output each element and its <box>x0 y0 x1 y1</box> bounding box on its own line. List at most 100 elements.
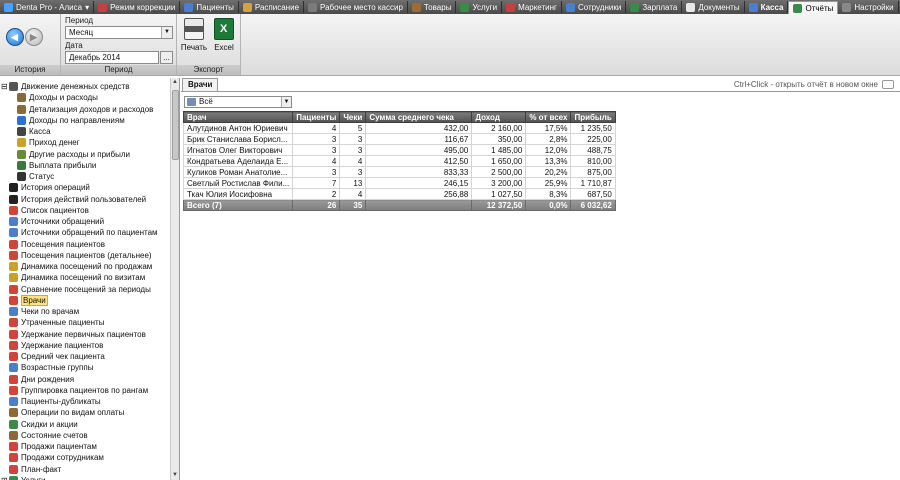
scroll-thumb[interactable] <box>172 90 179 160</box>
tree-item[interactable]: Дни рождения <box>9 374 74 385</box>
tree-item[interactable]: Другие расходы и прибыли <box>17 149 130 160</box>
table-cell: 246,15 <box>365 177 473 189</box>
table-row[interactable]: Кондратьева Аделаида Е... 4 4 412,50 1 650,0… <box>182 155 616 167</box>
app-tab-reports[interactable]: Отчёты <box>788 1 839 14</box>
tree-scrollbar[interactable]: ▲ ▼ <box>170 78 179 480</box>
print-button[interactable]: Печать <box>180 16 208 61</box>
table-cell: 810,00 <box>570 155 616 167</box>
app-tab-cashier[interactable]: Рабочее место кассир <box>304 1 408 13</box>
tree-item[interactable]: Динамика посещений по визитам <box>9 272 145 283</box>
tree-item[interactable]: Возрастные группы <box>9 362 93 373</box>
tree-item[interactable]: Касса <box>17 126 51 137</box>
collapse-icon[interactable]: ⊟ <box>1 82 8 91</box>
scroll-down-icon[interactable]: ▼ <box>171 471 179 480</box>
table-cell: 687,50 <box>570 188 616 200</box>
back-button[interactable]: ◀ <box>6 28 24 46</box>
tree-item[interactable]: История операций <box>9 182 90 193</box>
table-row[interactable]: Светлый Ростислав Фили... 7 13 246,15 3 200,… <box>182 177 616 189</box>
date-picker-button[interactable]: ... <box>160 51 173 64</box>
filter-select[interactable]: Всё ▼ <box>184 96 292 108</box>
column-header[interactable]: Пациенты <box>292 111 341 123</box>
tree-item[interactable]: Доходы по направлениям <box>17 115 125 126</box>
date-field[interactable]: Декабрь 2014 <box>65 51 159 64</box>
new-window-toggle[interactable] <box>882 80 894 89</box>
chevron-down-icon[interactable]: ▼ <box>281 97 291 107</box>
column-header[interactable]: Сумма среднего чека <box>365 111 473 123</box>
tree-item[interactable]: Группировка пациентов по рангам <box>9 385 148 396</box>
period-select[interactable]: Месяц ▼ <box>65 26 173 39</box>
tree-item[interactable]: Чеки по врачам <box>9 306 79 317</box>
tree-item[interactable]: Приход денег <box>17 137 80 148</box>
table-row[interactable]: Ткач Юлия Иосифовна 2 4 256,88 1 027,50 8,3% 6… <box>182 188 616 200</box>
column-header[interactable]: % от всех <box>525 111 572 123</box>
app-tab-correction[interactable]: Режим коррекции <box>94 1 181 13</box>
tree-item[interactable]: Продажи сотрудникам <box>9 452 104 463</box>
app-tab-cash[interactable]: Касса <box>745 1 789 13</box>
tree-item[interactable]: Состояние счетов <box>9 430 88 441</box>
retention-first-icon <box>9 329 18 339</box>
table-cell: 225,00 <box>570 133 616 145</box>
app-tab-salary[interactable]: Зарплата <box>626 1 683 13</box>
tree-item[interactable]: Источники обращений <box>9 216 104 227</box>
tree-item-label: Дни рождения <box>21 374 75 384</box>
table-cell: 4 <box>292 122 341 134</box>
tree-item[interactable]: Скидки и акции <box>9 419 78 430</box>
column-header[interactable]: Прибыль <box>570 111 616 123</box>
tree-item[interactable]: Посещения пациентов <box>9 239 105 250</box>
table-total-row: Всего (7) 26 35 12 372,50 0,0% 6 032,62 <box>182 199 616 211</box>
tree-item[interactable]: План-факт <box>9 464 61 475</box>
tree-item[interactable]: ⊟ Движение денежных средств <box>1 81 129 92</box>
tree-item[interactable]: Сравнение посещений за периоды <box>9 284 151 295</box>
chevron-down-icon[interactable]: ▾ <box>85 3 89 12</box>
tree-item[interactable]: Удержание пациентов <box>9 340 103 351</box>
table-row[interactable]: Игнатов Олег Викторович 3 3 495,00 1 485,00 1… <box>182 144 616 156</box>
tree-item[interactable]: Список пациентов <box>9 205 89 216</box>
tree-item[interactable]: Продажи пациентам <box>9 441 97 452</box>
tree-item-label: Продажи сотрудникам <box>21 453 104 463</box>
tree-item[interactable]: Динамика посещений по продажам <box>9 261 152 272</box>
doctors-report-table: Врач Пациенты Чеки Сумма среднего чека Доход… <box>182 111 616 211</box>
table-cell: 116,67 <box>365 133 473 145</box>
app-tab-schedule[interactable]: Расписание <box>239 1 305 13</box>
tab-doctors[interactable]: Врачи <box>182 78 219 91</box>
app-tab-services[interactable]: Услуги <box>456 1 503 13</box>
app-tab-marketing[interactable]: Маркетинг <box>502 1 562 13</box>
tree-item[interactable]: Удержание первичных пациентов <box>9 329 146 340</box>
app-tab-goods[interactable]: Товары <box>408 1 457 13</box>
tree-item[interactable]: Посещения пациентов (детальнее) <box>9 250 152 261</box>
tree-item[interactable]: Выплата прибыли <box>17 160 96 171</box>
tree-item[interactable]: Источники обращений по пациентам <box>9 227 158 238</box>
excel-button[interactable]: Excel <box>210 16 238 61</box>
sales-staff-icon <box>9 453 18 463</box>
app-tab-patients[interactable]: Пациенты <box>180 1 239 13</box>
tree-item[interactable]: Статус <box>17 171 54 182</box>
tree-item[interactable]: ⊞ Услуги <box>1 475 46 480</box>
table-row[interactable]: Алутдинов Антон Юриевич 4 5 432,00 2 160,00 1… <box>182 122 616 134</box>
tree-item[interactable]: Врачи <box>9 294 48 306</box>
tree-item[interactable]: Средний чек пациента <box>9 351 105 362</box>
app-tab-staff[interactable]: Сотрудники <box>562 1 627 13</box>
table-row[interactable]: Брик Станислава Борисл... 3 3 116,67 350,00 2… <box>182 133 616 145</box>
expand-icon[interactable]: ⊞ <box>1 476 8 480</box>
tree-item[interactable]: Пациенты-дубликаты <box>9 396 101 407</box>
total-cell: 6 032,62 <box>570 199 616 211</box>
money-in-icon <box>17 138 26 148</box>
column-header[interactable]: Врач <box>182 111 294 123</box>
app-tab-settings[interactable]: Настройки <box>838 1 899 13</box>
app-tab-bar: Denta Pro - Алиса ▾ Режим коррекции Пациент… <box>0 0 900 14</box>
chevron-down-icon[interactable]: ▼ <box>161 27 172 38</box>
tree-item[interactable]: Доходы и расходы <box>17 92 98 103</box>
cash-icon <box>748 2 758 12</box>
forward-button[interactable]: ▶ <box>25 28 43 46</box>
tree-item[interactable]: Операции по видам оплаты <box>9 407 124 418</box>
tree-item[interactable]: Детализация доходов и расходов <box>17 104 153 115</box>
app-tab-documents[interactable]: Документы <box>682 1 745 13</box>
table-row[interactable]: Куликов Роман Анатолие... 3 3 833,33 2 500,0… <box>182 166 616 178</box>
scroll-up-icon[interactable]: ▲ <box>171 78 179 87</box>
tree-item[interactable]: Утраченные пациенты <box>9 317 104 328</box>
column-header[interactable]: Доход <box>471 111 527 123</box>
app-tab-app-logo[interactable]: Denta Pro - Алиса ▾ <box>0 1 95 13</box>
tree-item[interactable]: История действий пользователей <box>9 194 146 205</box>
tree-item-label: Динамика посещений по визитам <box>21 273 146 283</box>
column-header[interactable]: Чеки <box>339 111 367 123</box>
